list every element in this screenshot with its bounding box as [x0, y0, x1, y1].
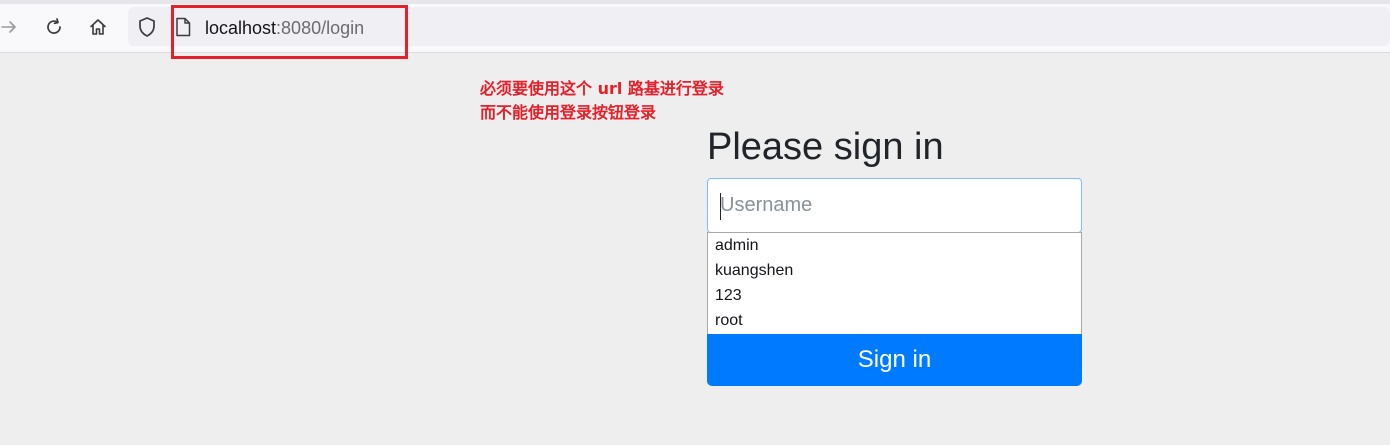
home-button[interactable]	[83, 10, 113, 44]
reload-icon	[47, 18, 61, 34]
text-caret	[720, 193, 721, 220]
reload-button[interactable]	[39, 10, 69, 44]
forward-arrow-icon	[1, 21, 16, 33]
annotation-line-1: 必须要使用这个 url 路基进行登录	[480, 79, 724, 98]
autocomplete-item[interactable]: root	[708, 308, 1081, 333]
autocomplete-item[interactable]: 123	[708, 283, 1081, 308]
annotation-note: 必须要使用这个 url 路基进行登录 而不能使用登录按钮登录	[480, 77, 724, 125]
home-icon	[90, 19, 106, 35]
forward-button[interactable]	[0, 10, 24, 44]
url-highlight-box	[171, 5, 408, 59]
username-input[interactable]	[707, 178, 1082, 233]
page-title: Please sign in	[707, 126, 944, 168]
autocomplete-dropdown: admin kuangshen 123 root	[707, 232, 1082, 334]
shield-icon[interactable]	[136, 16, 158, 38]
annotation-line-2: 而不能使用登录按钮登录	[480, 103, 657, 122]
autocomplete-item[interactable]: admin	[708, 233, 1081, 258]
autocomplete-item[interactable]: kuangshen	[708, 258, 1081, 283]
tab-strip-edge	[0, 0, 1390, 4]
sign-in-button[interactable]: Sign in	[707, 334, 1082, 386]
